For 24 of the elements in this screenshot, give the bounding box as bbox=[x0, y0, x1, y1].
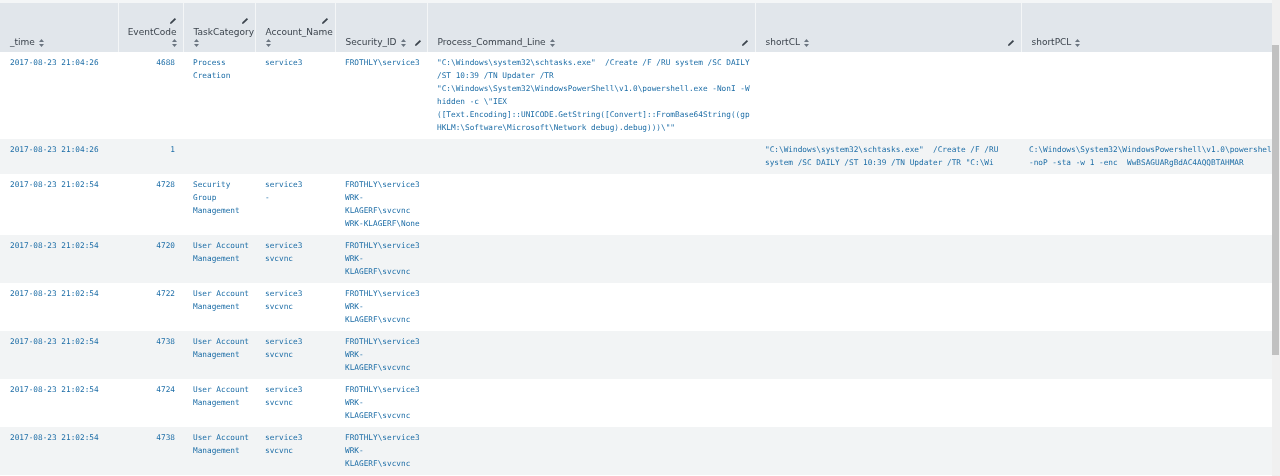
sort-icon[interactable] bbox=[171, 39, 177, 47]
scrollbar-thumb[interactable] bbox=[1272, 45, 1279, 355]
sort-icon[interactable] bbox=[549, 39, 555, 47]
pencil-icon[interactable] bbox=[1006, 39, 1015, 47]
scrollbar[interactable] bbox=[1272, 0, 1280, 476]
column-header[interactable]: Process_Command_Line bbox=[437, 37, 546, 47]
sort-icon[interactable] bbox=[38, 39, 44, 47]
column-header[interactable]: EventCode bbox=[127, 27, 177, 37]
column-header[interactable]: Account_Name bbox=[265, 27, 333, 37]
pencil-icon[interactable] bbox=[740, 39, 749, 47]
pencil-icon[interactable] bbox=[168, 17, 177, 25]
sort-icon[interactable] bbox=[265, 39, 271, 47]
sort-icon[interactable] bbox=[193, 39, 199, 47]
sort-icon[interactable] bbox=[1075, 39, 1081, 47]
pencil-icon[interactable] bbox=[240, 17, 249, 25]
column-header[interactable]: shortCL bbox=[765, 37, 800, 47]
pencil-icon[interactable] bbox=[413, 39, 422, 47]
pencil-icon[interactable] bbox=[320, 17, 329, 25]
column-header[interactable]: shortPCL bbox=[1031, 37, 1072, 47]
sort-icon[interactable] bbox=[400, 39, 406, 47]
sort-icon[interactable] bbox=[803, 39, 809, 47]
column-header[interactable]: _time bbox=[10, 37, 35, 47]
column-header[interactable]: Security_ID bbox=[345, 37, 397, 47]
column-header[interactable]: TaskCategory bbox=[193, 27, 255, 37]
